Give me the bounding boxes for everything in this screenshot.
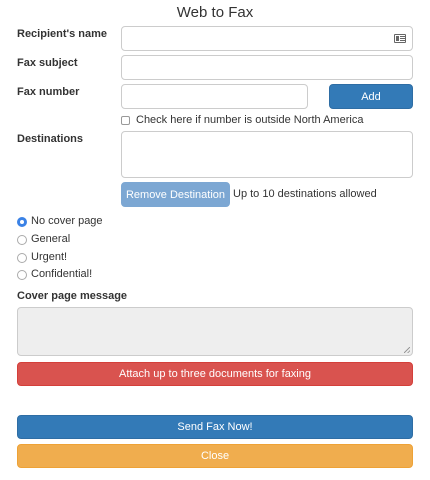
cover-message-label: Cover page message xyxy=(17,290,128,302)
contact-card-icon[interactable] xyxy=(394,34,406,43)
radio-urgent-label: Urgent! xyxy=(31,251,68,263)
send-fax-button[interactable]: Send Fax Now! xyxy=(17,415,413,439)
recipient-name-label: Recipient's name xyxy=(17,28,108,40)
add-button[interactable]: Add xyxy=(329,84,413,109)
radio-general-label: General xyxy=(31,233,71,245)
page-title: Web to Fax xyxy=(176,4,254,21)
radio-urgent[interactable] xyxy=(17,253,27,263)
fax-number-label: Fax number xyxy=(17,86,80,98)
recipient-name-input[interactable] xyxy=(121,26,413,51)
outside-north-america-checkbox[interactable] xyxy=(121,116,130,125)
fax-number-input[interactable] xyxy=(121,84,308,109)
outside-north-america-label: Check here if number is outside North Am… xyxy=(136,114,364,126)
attach-documents-button[interactable]: Attach up to three documents for faxing xyxy=(17,362,413,386)
radio-no-cover-page-label: No cover page xyxy=(31,215,103,227)
radio-confidential[interactable] xyxy=(17,270,27,280)
fax-subject-input[interactable] xyxy=(121,55,413,80)
fax-subject-label: Fax subject xyxy=(17,57,78,69)
radio-no-cover-page[interactable] xyxy=(17,217,27,227)
remove-destination-button[interactable]: Remove Destination xyxy=(121,182,230,207)
radio-confidential-label: Confidential! xyxy=(31,268,93,280)
radio-general[interactable] xyxy=(17,235,27,245)
cover-message-textarea[interactable] xyxy=(17,307,413,356)
close-button[interactable]: Close xyxy=(17,444,413,468)
destinations-list[interactable] xyxy=(121,131,413,178)
resize-grip-icon[interactable] xyxy=(404,347,410,353)
destinations-limit-text: Up to 10 destinations allowed xyxy=(233,188,377,200)
destinations-label: Destinations xyxy=(17,133,84,145)
